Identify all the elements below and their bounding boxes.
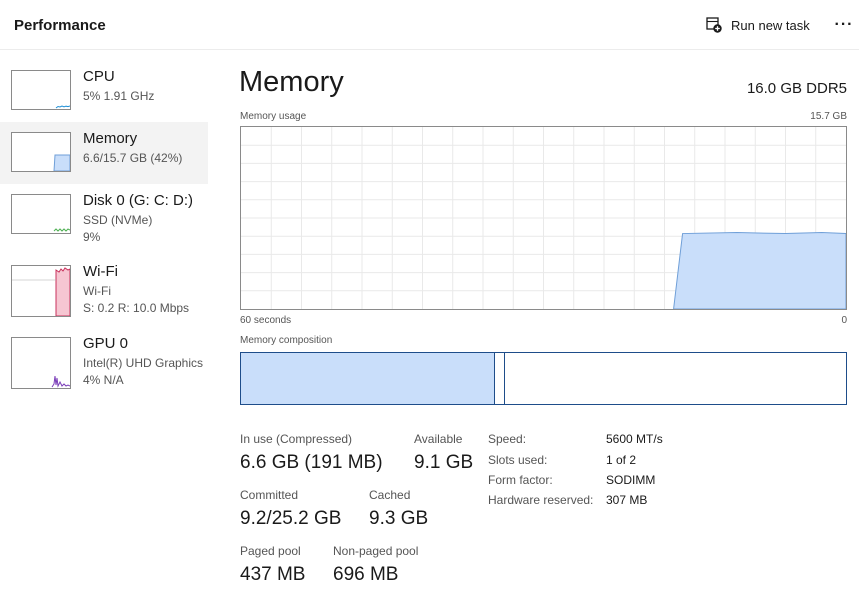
slots-used-label: Slots used: xyxy=(488,453,548,467)
committed-value: 9.2/25.2 GB xyxy=(240,508,342,529)
slots-used-value: 1 of 2 xyxy=(606,453,637,467)
time-zero-label: 0 xyxy=(841,315,847,326)
in-use-value: 6.6 GB (191 MB) xyxy=(240,452,383,473)
memory-usage-area xyxy=(673,232,847,310)
memory-spec: 16.0 GB DDR5 xyxy=(746,80,847,97)
memory-usage-max-label: 15.7 GB xyxy=(810,111,847,122)
time-span-label: 60 seconds xyxy=(240,315,292,326)
gpu-thumbnail xyxy=(11,337,71,389)
paged-pool-label: Paged pool xyxy=(240,544,301,558)
paged-pool-value: 437 MB xyxy=(240,564,306,585)
sidebar-item-gpu[interactable]: GPU 0 Intel(R) UHD Graphics 4% N/A xyxy=(0,328,208,390)
sidebar-item-label: Wi-Fi xyxy=(83,263,118,280)
sidebar-item-wifi[interactable]: Wi-Fi Wi-Fi S: 0.2 R: 10.0 Mbps xyxy=(0,256,208,318)
title-bar: Performance Run new task ··· xyxy=(0,0,859,50)
memory-usage-label: Memory usage xyxy=(240,111,307,122)
form-factor-label: Form factor: xyxy=(488,473,553,487)
composition-modified-segment xyxy=(495,353,505,404)
non-paged-pool-value: 696 MB xyxy=(333,564,399,585)
sidebar-item-label: GPU 0 xyxy=(83,335,129,352)
run-new-task-button[interactable]: Run new task xyxy=(705,14,810,36)
hardware-reserved-label: Hardware reserved: xyxy=(488,493,594,507)
run-new-task-label: Run new task xyxy=(731,17,810,33)
cached-value: 9.3 GB xyxy=(369,508,429,529)
wifi-thumbnail-fill xyxy=(55,267,70,316)
sidebar-item-detail: Intel(R) UHD Graphics xyxy=(83,356,204,370)
sidebar-item-disk[interactable]: Disk 0 (G: C: D:) SSD (NVMe) 9% xyxy=(0,184,208,246)
page-title: Performance xyxy=(14,17,106,34)
sidebar-item-detail: Wi-Fi xyxy=(83,284,111,298)
sidebar-item-detail: 6.6/15.7 GB (42%) xyxy=(83,151,183,165)
disk-thumbnail xyxy=(11,194,71,234)
form-factor-value: SODIMM xyxy=(606,473,656,487)
available-label: Available xyxy=(414,432,463,446)
sidebar-item-detail-2: S: 0.2 R: 10.0 Mbps xyxy=(83,301,190,315)
memory-thumbnail xyxy=(11,132,71,172)
memory-composition-bar xyxy=(240,352,847,405)
available-value: 9.1 GB xyxy=(414,452,474,473)
more-options-icon[interactable]: ··· xyxy=(832,14,856,36)
main-title: Memory xyxy=(239,66,344,98)
wifi-thumbnail xyxy=(11,265,71,317)
memory-usage-chart xyxy=(240,126,847,310)
sidebar-item-cpu[interactable]: CPU 5% 1.91 GHz xyxy=(0,60,208,122)
speed-value: 5600 MT/s xyxy=(606,432,663,446)
cached-label: Cached xyxy=(369,488,411,502)
memory-thumbnail-fill xyxy=(53,154,70,171)
sidebar-item-label: Memory xyxy=(83,130,138,147)
disk-thumbnail-line xyxy=(53,228,70,232)
hardware-reserved-value: 307 MB xyxy=(606,493,648,507)
sidebar-item-detail: SSD (NVMe) xyxy=(83,213,153,227)
in-use-label: In use (Compressed) xyxy=(240,432,353,446)
sidebar-item-label: Disk 0 (G: C: D:) xyxy=(83,192,194,209)
non-paged-pool-label: Non-paged pool xyxy=(333,544,419,558)
sidebar-item-detail: 5% 1.91 GHz xyxy=(83,89,155,103)
cpu-thumbnail xyxy=(11,70,71,110)
memory-composition-label: Memory composition xyxy=(240,335,333,346)
gpu-thumbnail-line xyxy=(51,375,70,388)
run-task-icon xyxy=(706,17,722,33)
committed-label: Committed xyxy=(240,488,299,502)
sidebar-item-label: CPU xyxy=(83,68,115,85)
memory-usage-graph xyxy=(241,127,847,310)
speed-label: Speed: xyxy=(488,432,527,446)
sidebar-item-detail-2: 9% xyxy=(83,230,101,244)
sidebar-item-memory[interactable]: Memory 6.6/15.7 GB (42%) xyxy=(0,122,208,184)
sidebar-item-detail-2: 4% N/A xyxy=(83,373,124,387)
cpu-thumbnail-line xyxy=(55,105,70,109)
composition-in-use-segment xyxy=(241,353,495,404)
